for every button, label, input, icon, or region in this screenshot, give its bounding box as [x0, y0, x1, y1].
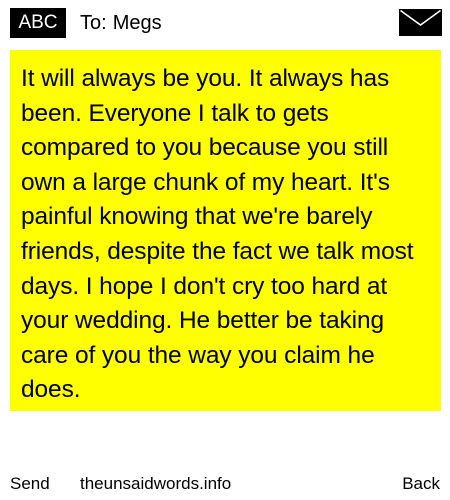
to-label: To:	[80, 12, 107, 34]
site-label: theunsaidwords.info	[80, 474, 232, 493]
message-text: It will always be you. It always has bee…	[21, 65, 414, 404]
recipient-name: Megs	[112, 12, 162, 34]
compose-header: ABC To: Megs	[0, 0, 450, 44]
input-mode-badge[interactable]: ABC	[10, 8, 66, 38]
message-body[interactable]: It will always be you. It always has bee…	[10, 50, 441, 411]
softkey-bar: Send theunsaidwords.info Back	[0, 470, 450, 500]
send-button[interactable]: Send	[10, 470, 50, 498]
envelope-icon[interactable]	[399, 9, 442, 36]
recipient-field[interactable]: To: Megs	[80, 10, 162, 36]
back-button[interactable]: Back	[402, 470, 440, 498]
